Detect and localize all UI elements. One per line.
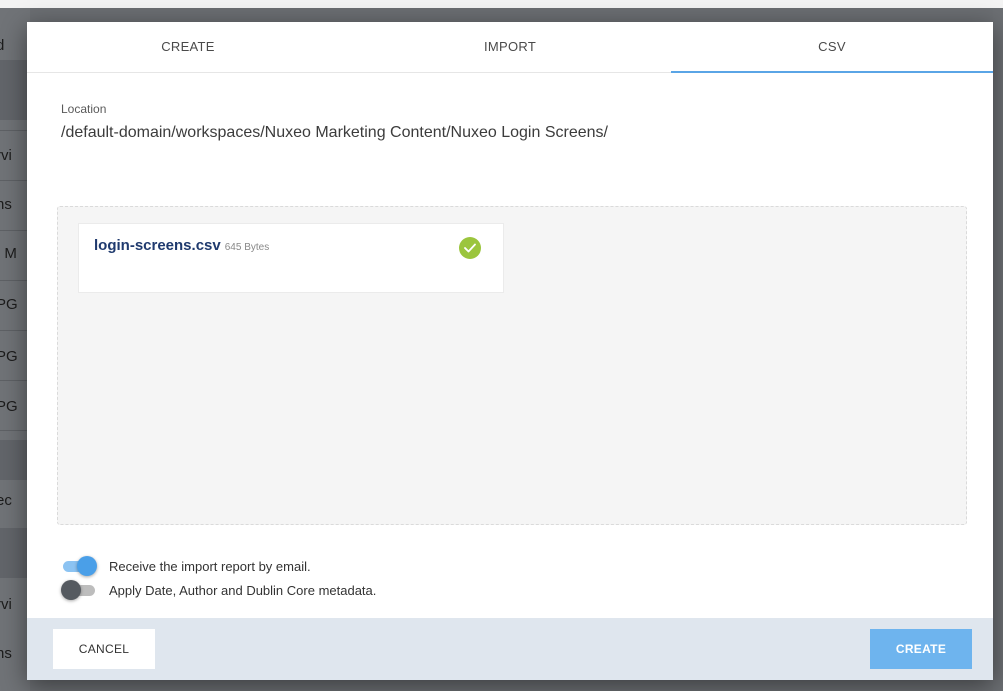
location-path: /default-domain/workspaces/Nuxeo Marketi… <box>61 124 608 141</box>
background-row-text: d <box>0 37 5 54</box>
option-apply-metadata: Apply Date, Author and Dublin Core metad… <box>61 580 376 600</box>
background-right-strip <box>993 8 1003 691</box>
uploaded-file-card: login-screens.csv 645 Bytes <box>78 223 504 293</box>
background-row-text: : M <box>0 245 17 262</box>
location-label: Location <box>61 102 107 116</box>
background-row-text: PG <box>0 398 18 415</box>
create-button[interactable]: CREATE <box>870 629 972 669</box>
background-top-bar <box>0 0 1003 8</box>
background-row-text: ns <box>0 196 12 213</box>
file-name-row: login-screens.csv 645 Bytes <box>94 237 269 254</box>
background-block <box>0 60 30 120</box>
file-name: login-screens.csv <box>94 237 221 254</box>
background-row-text: rvi <box>0 147 12 164</box>
dialog-footer: CANCEL CREATE <box>27 618 993 680</box>
csv-dropzone[interactable]: login-screens.csv 645 Bytes <box>57 206 967 525</box>
apply-metadata-toggle[interactable] <box>61 580 97 600</box>
tab-csv[interactable]: CSV <box>671 22 993 73</box>
background-row-text: PG <box>0 348 18 365</box>
background-block <box>0 528 30 578</box>
import-dialog: CREATE IMPORT CSV Location /default-doma… <box>27 22 993 680</box>
background-divider <box>0 430 30 431</box>
background-divider <box>0 380 30 381</box>
background-block <box>0 440 30 480</box>
background-divider <box>0 280 30 281</box>
tab-create[interactable]: CREATE <box>27 22 349 72</box>
email-report-label: Receive the import report by email. <box>109 558 311 574</box>
background-divider <box>0 330 30 331</box>
background-row-text: rvi <box>0 596 12 613</box>
email-report-toggle[interactable] <box>61 556 97 576</box>
background-divider <box>0 230 30 231</box>
dialog-tabs: CREATE IMPORT CSV <box>27 22 993 73</box>
tab-import[interactable]: IMPORT <box>349 22 671 72</box>
background-divider <box>0 130 30 131</box>
option-email-report: Receive the import report by email. <box>61 556 311 576</box>
background-row-text: PG <box>0 296 18 313</box>
file-size: 645 Bytes <box>224 242 270 253</box>
check-circle-icon <box>459 237 481 259</box>
background-row-text: ns <box>0 645 12 662</box>
background-divider <box>0 180 30 181</box>
cancel-button[interactable]: CANCEL <box>53 629 155 669</box>
background-row-text: ec <box>0 492 12 509</box>
apply-metadata-label: Apply Date, Author and Dublin Core metad… <box>109 582 377 598</box>
